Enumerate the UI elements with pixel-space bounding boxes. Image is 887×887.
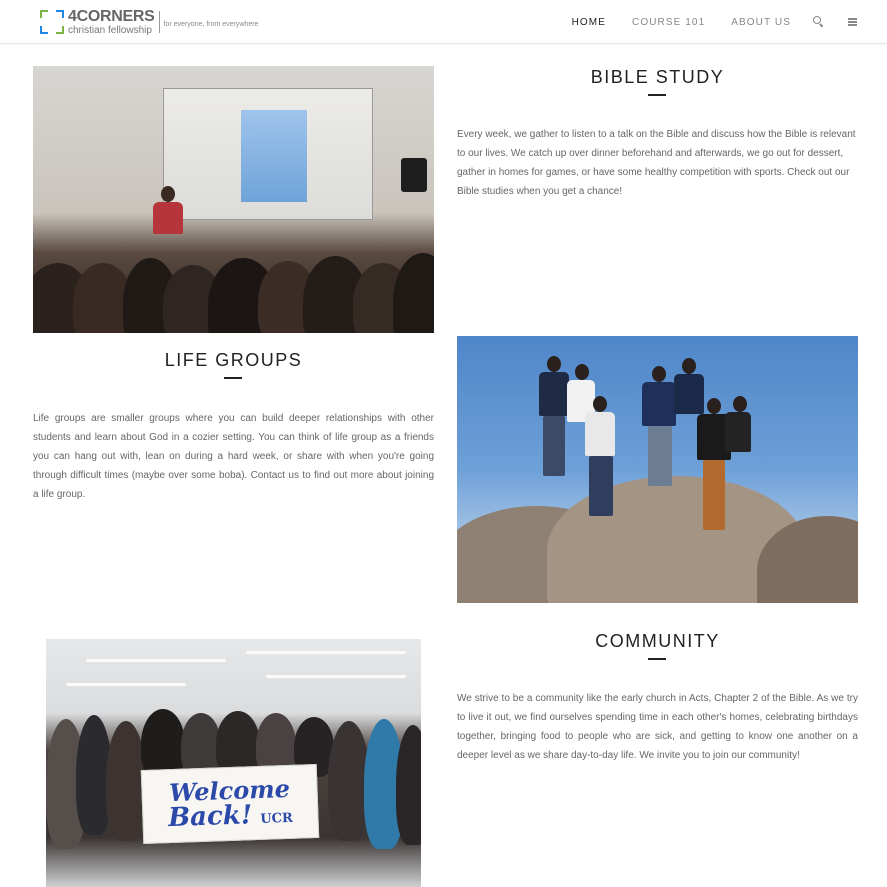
banner-line-2: Back! — [167, 800, 253, 834]
bible-study-photo — [33, 66, 434, 333]
community-rule — [648, 658, 666, 660]
ceiling-light — [246, 651, 406, 654]
logo-divider — [158, 11, 160, 33]
speaker-box — [401, 158, 427, 192]
audience-crowd — [33, 213, 434, 333]
life-groups-text: Life groups are smaller groups where you… — [33, 413, 434, 500]
welcome-banner: Welcome Back! UCR — [140, 763, 320, 845]
bible-study-rule — [648, 94, 666, 96]
logo-mark-icon — [40, 10, 64, 34]
logo-tagline: for everyone, from everywhere — [163, 20, 259, 28]
community-title: COMMUNITY — [595, 631, 720, 651]
life-groups-photo — [457, 336, 858, 603]
bible-study-text: Every week, we gather to listen to a tal… — [457, 129, 856, 197]
community-text: We strive to be a community like the ear… — [457, 693, 858, 761]
bible-study-title: BIBLE STUDY — [590, 67, 725, 87]
logo-wordmark: 4CORNERS christian fellowship — [68, 7, 155, 36]
site-logo[interactable]: 4CORNERS christian fellowship for everyo… — [40, 8, 258, 36]
slide-graphic — [241, 110, 307, 202]
life-groups-title: LIFE GROUPS — [164, 350, 303, 370]
search-icon[interactable] — [813, 16, 825, 28]
menu-icon[interactable] — [847, 16, 859, 28]
ceiling-light — [266, 675, 406, 678]
main-nav: HOME COURSE 101 ABOUT US — [546, 0, 859, 44]
nav-home[interactable]: HOME — [572, 17, 606, 28]
ceiling-light — [86, 659, 226, 662]
nav-course-101[interactable]: COURSE 101 — [632, 17, 705, 28]
ceiling-light — [66, 683, 186, 686]
community-photo: Welcome Back! UCR — [46, 639, 421, 887]
logo-subtitle: christian fellowship — [68, 24, 152, 36]
nav-about-us[interactable]: ABOUT US — [731, 17, 791, 28]
logo-name: 4CORNERS — [68, 7, 155, 25]
site-header: 4CORNERS christian fellowship for everyo… — [0, 0, 887, 44]
life-groups-rule — [224, 377, 242, 379]
banner-tag: UCR — [260, 810, 294, 827]
